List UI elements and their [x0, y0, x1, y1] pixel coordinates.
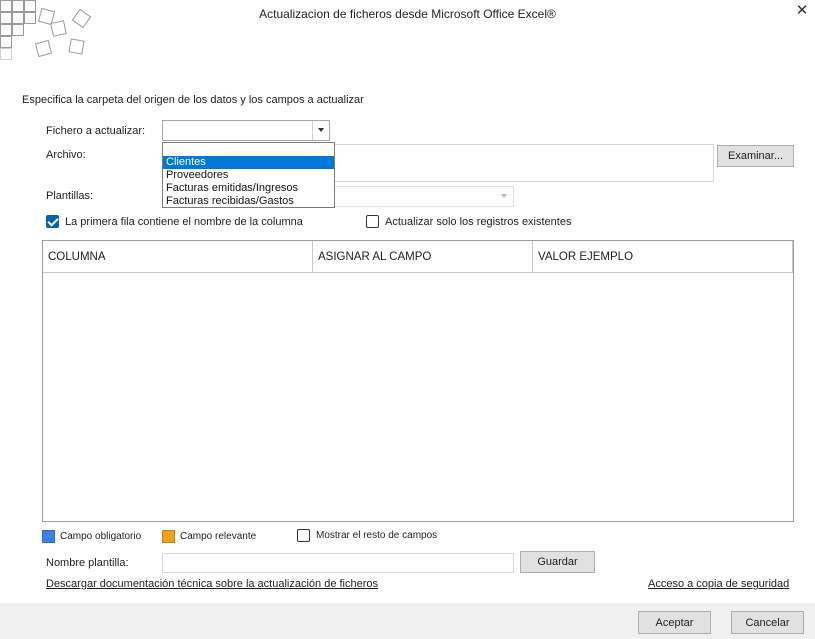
checkbox-checked-icon[interactable] — [46, 215, 59, 228]
window-title: Actualizacion de ficheros desde Microsof… — [259, 7, 556, 21]
primera-fila-checkbox[interactable]: La primera fila contiene el nombre de la… — [46, 215, 303, 228]
guardar-button[interactable]: Guardar — [520, 551, 595, 573]
instructions-text: Especifica la carpeta del origen de los … — [22, 94, 364, 106]
close-icon[interactable]: ✕ — [792, 1, 812, 21]
documentacion-link[interactable]: Descargar documentación técnica sobre la… — [46, 578, 378, 590]
primera-fila-label: La primera fila contiene el nombre de la… — [65, 215, 303, 228]
campo-relevante-swatch — [162, 530, 175, 543]
aceptar-button[interactable]: Aceptar — [638, 611, 711, 634]
fichero-combo[interactable] — [162, 120, 330, 141]
dropdown-option-facturas-emitidas[interactable]: Facturas emitidas/Ingresos — [163, 182, 334, 195]
campo-obligatorio-label: Campo obligatorio — [60, 531, 142, 542]
archivo-label: Archivo: — [46, 149, 86, 161]
nombre-plantilla-label: Nombre plantilla: — [46, 557, 129, 569]
mostrar-resto-label: Mostrar el resto de campos — [316, 530, 438, 541]
fichero-label: Fichero a actualizar: — [46, 125, 146, 137]
archivo-field[interactable] — [330, 144, 714, 182]
examinar-button[interactable]: Examinar... — [717, 145, 794, 167]
grid-column-header[interactable]: ASIGNAR AL CAMPO — [313, 241, 533, 273]
plantillas-combo[interactable] — [330, 186, 514, 207]
copia-seguridad-link[interactable]: Acceso a copia de seguridad — [648, 578, 789, 590]
dropdown-option-clientes[interactable]: Clientes — [163, 156, 334, 169]
mostrar-resto-checkbox[interactable]: Mostrar el resto de campos — [297, 529, 437, 542]
grid-column-header[interactable]: VALOR EJEMPLO — [533, 241, 793, 273]
checkbox-unchecked-icon[interactable] — [366, 215, 379, 228]
solo-existentes-checkbox[interactable]: Actualizar solo los registros existentes — [366, 215, 571, 228]
campo-obligatorio-swatch — [42, 530, 55, 543]
cancelar-button[interactable]: Cancelar — [731, 611, 804, 634]
campo-relevante-label: Campo relevante — [180, 531, 257, 542]
grid-column-header[interactable]: COLUMNA — [43, 241, 313, 273]
solo-existentes-label: Actualizar solo los registros existentes — [385, 215, 572, 228]
fields-grid[interactable]: COLUMNA ASIGNAR AL CAMPO VALOR EJEMPLO — [42, 240, 794, 522]
fichero-dropdown-list[interactable]: Clientes Proveedores Facturas emitidas/I… — [162, 142, 335, 208]
grid-header: COLUMNA ASIGNAR AL CAMPO VALOR EJEMPLO — [43, 241, 793, 273]
checkbox-unchecked-icon[interactable] — [297, 529, 310, 542]
dropdown-option-proveedores[interactable]: Proveedores — [163, 169, 334, 182]
dropdown-option-facturas-recibidas[interactable]: Facturas recibidas/Gastos — [163, 195, 334, 208]
nombre-plantilla-input[interactable] — [162, 553, 514, 573]
chevron-down-icon[interactable] — [496, 187, 513, 206]
chevron-down-icon[interactable] — [312, 121, 329, 140]
plantillas-label: Plantillas: — [46, 190, 94, 202]
